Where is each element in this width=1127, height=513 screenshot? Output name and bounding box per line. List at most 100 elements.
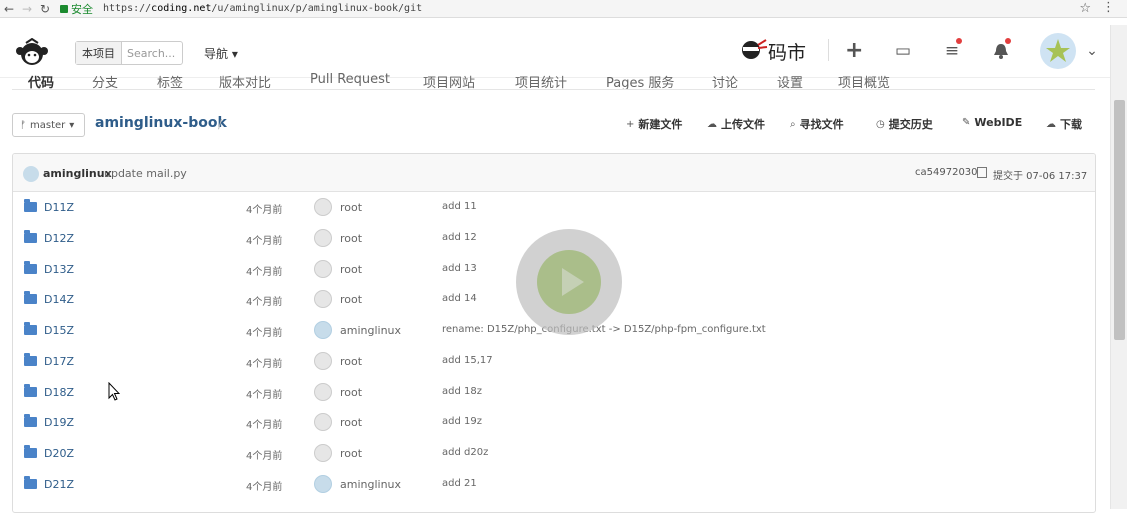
folder-icon[interactable]: ▭ — [894, 42, 912, 60]
file-name[interactable]: D15Z — [44, 324, 74, 337]
tab-pages[interactable]: Pages 服务 — [606, 72, 674, 89]
committer-avatar[interactable] — [314, 321, 332, 339]
file-name[interactable]: D12Z — [44, 232, 74, 245]
committer-name[interactable]: root — [340, 201, 362, 214]
reload-icon[interactable]: ↻ — [36, 2, 54, 16]
play-button[interactable] — [516, 229, 622, 335]
upload-file-button[interactable]: ☁ 上传文件 — [707, 116, 765, 132]
file-commit-message[interactable]: add 14 — [442, 293, 477, 304]
committer-avatar[interactable] — [314, 383, 332, 401]
committer-name[interactable]: root — [340, 386, 362, 399]
copy-icon[interactable] — [977, 167, 987, 178]
committer-name[interactable]: aminglinux — [340, 324, 401, 337]
browser-menu-icon[interactable]: ⋮ — [1102, 0, 1115, 15]
committer-avatar[interactable] — [314, 290, 332, 308]
back-icon[interactable]: ← — [0, 2, 18, 16]
user-menu-chevron-icon[interactable]: ⌄ — [1083, 42, 1101, 60]
tab-overview[interactable]: 项目概览 — [838, 72, 890, 89]
caret-down-icon: ▾ — [69, 119, 75, 131]
tab-discussion[interactable]: 讨论 — [712, 72, 738, 89]
webide-button[interactable]: ✎ WebIDE — [962, 116, 1022, 129]
file-name[interactable]: D21Z — [44, 478, 74, 491]
folder-icon — [24, 414, 37, 427]
secure-indicator[interactable]: 安全 — [60, 1, 93, 17]
file-commit-message[interactable]: add 21 — [442, 478, 477, 489]
tab-code[interactable]: 代码 — [28, 72, 54, 89]
bell-icon[interactable] — [992, 42, 1010, 60]
download-button[interactable]: ☁ 下载 — [1046, 116, 1082, 132]
committer-avatar[interactable] — [314, 413, 332, 431]
search-input[interactable]: Search... — [122, 47, 175, 60]
committer-avatar[interactable] — [314, 260, 332, 278]
file-row[interactable]: D17Z 4个月前 root add 15,17 — [13, 346, 1095, 377]
search-scope-tag[interactable]: 本项目 — [76, 42, 122, 64]
user-avatar[interactable] — [1040, 33, 1076, 69]
commit-history-button[interactable]: ◷ 提交历史 — [876, 116, 933, 132]
tab-pull-request[interactable]: Pull Request — [310, 72, 390, 87]
file-commit-message[interactable]: add 15,17 — [442, 355, 493, 366]
committer-name[interactable]: root — [340, 263, 362, 276]
header-divider — [828, 39, 829, 61]
tab-branches[interactable]: 分支 — [92, 72, 118, 89]
branch-selector[interactable]: ᚠ master ▾ — [12, 113, 85, 137]
file-name[interactable]: D20Z — [44, 447, 74, 460]
file-name[interactable]: D19Z — [44, 416, 74, 429]
committer-avatar[interactable] — [314, 444, 332, 462]
commit-author[interactable]: aminglinux — [43, 167, 112, 180]
plus-icon[interactable]: + — [845, 40, 863, 62]
file-commit-message[interactable]: add 11 — [442, 201, 477, 212]
committer-avatar[interactable] — [314, 229, 332, 247]
mouse-cursor-icon — [108, 382, 120, 401]
task-list-icon[interactable]: ≡ — [943, 42, 961, 60]
file-name[interactable]: D13Z — [44, 263, 74, 276]
file-commit-message[interactable]: add 19z — [442, 416, 482, 427]
tab-compare[interactable]: 版本对比 — [219, 72, 271, 89]
forward-icon[interactable]: → — [18, 2, 36, 16]
committer-name[interactable]: aminglinux — [340, 478, 401, 491]
committer-avatar[interactable] — [314, 198, 332, 216]
address-bar[interactable]: https://coding.net/u/aminglinux/p/amingl… — [103, 3, 422, 14]
tab-stats[interactable]: 项目统计 — [515, 72, 567, 89]
file-name[interactable]: D11Z — [44, 201, 74, 214]
committer-name[interactable]: root — [340, 447, 362, 460]
task-notify-dot — [956, 38, 962, 44]
file-row[interactable]: D19Z 4个月前 root add 19z — [13, 407, 1095, 438]
file-name[interactable]: D18Z — [44, 386, 74, 399]
file-name[interactable]: D17Z — [44, 355, 74, 368]
guide-menu[interactable]: 导航 ▾ — [204, 45, 238, 62]
page-scrollbar[interactable] — [1110, 25, 1127, 509]
file-row[interactable]: D20Z 4个月前 root add d20z — [13, 438, 1095, 469]
commit-message[interactable]: update mail.py — [104, 167, 187, 180]
folder-icon — [24, 445, 37, 458]
committer-avatar[interactable] — [314, 352, 332, 370]
committer-name[interactable]: root — [340, 355, 362, 368]
committer-name[interactable]: root — [340, 416, 362, 429]
coding-logo-icon[interactable] — [12, 38, 52, 66]
file-row[interactable]: D11Z 4个月前 root add 11 — [13, 192, 1095, 223]
search-box[interactable]: 本项目 Search... — [75, 41, 183, 65]
repo-name-link[interactable]: aminglinux-book — [95, 115, 227, 131]
committer-name[interactable]: root — [340, 232, 362, 245]
file-row[interactable]: D21Z 4个月前 aminglinux add 21 — [13, 469, 1095, 500]
find-file-button[interactable]: ⌕ 寻找文件 — [790, 116, 844, 132]
new-file-button[interactable]: + 新建文件 — [626, 116, 682, 132]
file-commit-message[interactable]: add 12 — [442, 232, 477, 243]
file-row[interactable]: D18Z 4个月前 root add 18z — [13, 377, 1095, 408]
last-commit-bar: aminglinux update mail.py ca54972030 提交于… — [13, 154, 1095, 192]
scrollbar-thumb[interactable] — [1114, 100, 1125, 340]
file-commit-message[interactable]: rename: D15Z/php_configure.txt -> D15Z/p… — [442, 324, 766, 335]
file-commit-message[interactable]: add 18z — [442, 386, 482, 397]
file-name[interactable]: D14Z — [44, 293, 74, 306]
file-commit-message[interactable]: add d20z — [442, 447, 488, 458]
commit-hash[interactable]: ca54972030 — [915, 167, 978, 178]
mart-brand[interactable]: 码市 — [736, 36, 816, 66]
tab-tags[interactable]: 标签 — [157, 72, 183, 89]
avatar-star-icon — [1046, 39, 1070, 62]
bookmark-star-icon[interactable]: ☆ — [1079, 1, 1091, 16]
committer-avatar[interactable] — [314, 475, 332, 493]
file-commit-message[interactable]: add 13 — [442, 263, 477, 274]
tab-website[interactable]: 项目网站 — [423, 72, 475, 89]
tab-settings[interactable]: 设置 — [777, 72, 803, 89]
commit-author-avatar[interactable] — [23, 166, 39, 182]
committer-name[interactable]: root — [340, 293, 362, 306]
